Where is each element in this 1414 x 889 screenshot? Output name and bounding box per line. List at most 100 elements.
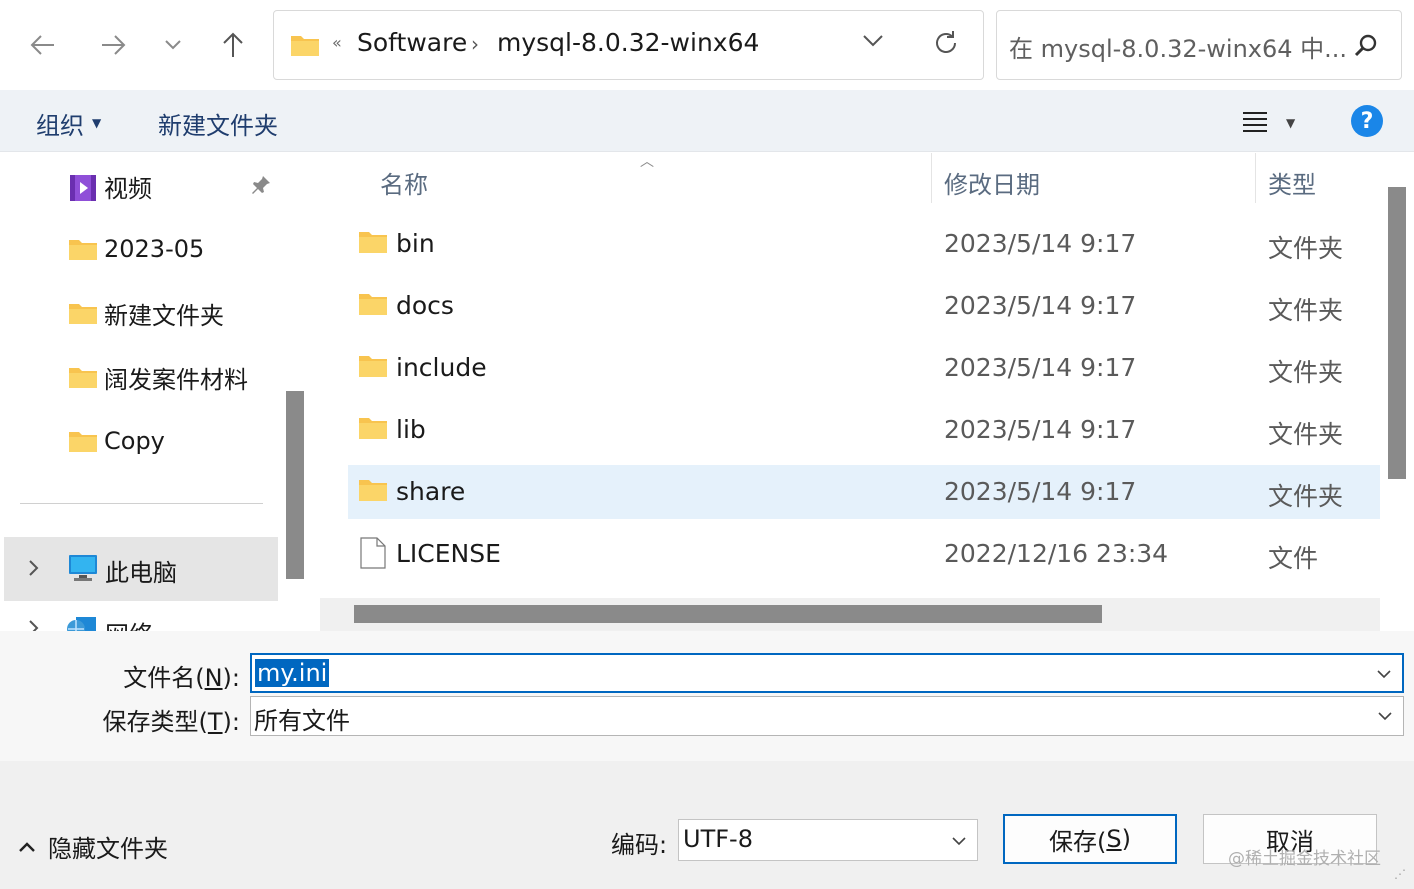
search-box[interactable]: 在 mysql-8.0.32-winx64 中... bbox=[996, 10, 1402, 80]
nav-item-label: Copy bbox=[104, 427, 165, 455]
list-vertical-scrollbar-thumb[interactable] bbox=[1388, 187, 1406, 479]
watermark: @稀土掘金技术社区 bbox=[1228, 849, 1381, 869]
folder-icon bbox=[68, 428, 98, 454]
encoding-value: UTF-8 bbox=[683, 825, 753, 853]
list-horizontal-scrollbar-thumb[interactable] bbox=[354, 605, 1102, 623]
help-button[interactable]: ? bbox=[1351, 105, 1383, 137]
breadcrumb-separator-icon[interactable]: › bbox=[471, 32, 479, 56]
file-row[interactable]: bin 2023/5/14 9:17 文件夹 bbox=[348, 217, 1380, 271]
file-row[interactable]: LICENSE 2022/12/16 23:34 文件 bbox=[348, 527, 1380, 581]
folder-icon bbox=[358, 478, 388, 506]
save-type-value: 所有文件 bbox=[254, 707, 350, 735]
address-row: « Software › mysql-8.0.32-winx64 在 mysql… bbox=[0, 0, 1414, 90]
view-options-button[interactable] bbox=[1242, 110, 1268, 136]
encoding-label: 编码: bbox=[611, 831, 668, 859]
folder-icon bbox=[358, 230, 388, 258]
computer-icon bbox=[68, 553, 98, 587]
breadcrumb-software[interactable]: Software bbox=[357, 28, 467, 57]
navigation-pane: 视频 2023-05 新建文件夹 阔发案件材料 Copy 此电脑 bbox=[0, 153, 310, 631]
folder-icon bbox=[68, 300, 98, 326]
command-bar: 组织 ▼ 新建文件夹 ▼ ? bbox=[0, 90, 1414, 152]
resize-grip-icon[interactable]: ⋰ bbox=[1394, 867, 1406, 881]
dialog-footer: 隐藏文件夹 编码: UTF-8 保存(S) 取消 @稀土掘金技术社区 ⋰ bbox=[0, 761, 1414, 889]
file-row-selected[interactable]: share 2023/5/14 9:17 文件夹 bbox=[348, 465, 1380, 519]
pin-icon[interactable] bbox=[250, 174, 272, 200]
nav-divider bbox=[20, 503, 263, 504]
file-modified: 2023/5/14 9:17 bbox=[944, 291, 1137, 320]
nav-item-copy[interactable]: Copy bbox=[68, 421, 165, 461]
new-folder-button[interactable]: 新建文件夹 bbox=[158, 106, 278, 141]
chevron-down-icon bbox=[165, 40, 181, 50]
breadcrumb-mysql[interactable]: mysql-8.0.32-winx64 bbox=[497, 28, 759, 57]
nav-scrollbar-thumb[interactable] bbox=[286, 391, 304, 579]
folder-icon bbox=[358, 292, 388, 320]
save-type-label: 保存类型(T): bbox=[102, 708, 241, 736]
file-modified: 2023/5/14 9:17 bbox=[944, 477, 1137, 506]
file-type: 文件夹 bbox=[1268, 296, 1344, 325]
address-dropdown[interactable] bbox=[862, 33, 884, 52]
file-row[interactable]: docs 2023/5/14 9:17 文件夹 bbox=[348, 279, 1380, 333]
nav-item-new-folder[interactable]: 新建文件夹 bbox=[68, 293, 224, 333]
file-type: 文件 bbox=[1268, 544, 1319, 573]
folder-icon bbox=[358, 416, 388, 444]
nav-item-videos[interactable]: 视频 bbox=[68, 166, 152, 206]
recent-locations-button[interactable] bbox=[151, 23, 195, 67]
nav-item-network[interactable]: 网络 bbox=[105, 615, 153, 631]
hide-folders-button[interactable]: 隐藏文件夹 bbox=[18, 829, 168, 864]
file-type: 文件夹 bbox=[1268, 358, 1344, 387]
list-view-icon bbox=[1243, 112, 1267, 132]
folder-icon bbox=[290, 33, 320, 61]
file-type: 文件夹 bbox=[1268, 234, 1344, 263]
file-icon bbox=[360, 537, 386, 573]
nav-item-this-pc[interactable]: 此电脑 bbox=[4, 537, 278, 601]
refresh-icon bbox=[936, 31, 956, 53]
save-type-select[interactable]: 所有文件 bbox=[250, 696, 1404, 736]
file-name: lib bbox=[396, 415, 426, 444]
file-modified: 2022/12/16 23:34 bbox=[944, 539, 1169, 568]
organize-caret-icon[interactable]: ▼ bbox=[92, 116, 101, 130]
chevron-down-icon[interactable] bbox=[1376, 665, 1392, 684]
chevron-down-icon[interactable] bbox=[951, 832, 967, 851]
refresh-button[interactable] bbox=[932, 29, 960, 61]
view-caret-icon[interactable]: ▼ bbox=[1286, 116, 1295, 130]
forward-button[interactable] bbox=[91, 23, 135, 67]
nav-item-label: 阔发案件材料 bbox=[104, 365, 248, 394]
nav-item-case-materials[interactable]: 阔发案件材料 bbox=[68, 357, 248, 397]
arrow-right-icon bbox=[102, 35, 126, 55]
file-name-value[interactable]: my.ini bbox=[255, 659, 330, 687]
column-divider[interactable] bbox=[931, 153, 932, 203]
file-name: bin bbox=[396, 229, 435, 258]
file-name-input[interactable]: my.ini bbox=[250, 653, 1404, 693]
file-row[interactable]: lib 2023/5/14 9:17 文件夹 bbox=[348, 403, 1380, 457]
address-bar[interactable]: « Software › mysql-8.0.32-winx64 bbox=[273, 10, 984, 80]
hide-folders-label: 隐藏文件夹 bbox=[48, 835, 168, 863]
file-name: LICENSE bbox=[396, 539, 501, 568]
file-name: include bbox=[396, 353, 487, 382]
chevron-up-icon bbox=[19, 841, 35, 852]
file-name-label: 文件名(N): bbox=[123, 664, 240, 692]
file-row[interactable]: include 2023/5/14 9:17 文件夹 bbox=[348, 341, 1380, 395]
nav-item-2023-05[interactable]: 2023-05 bbox=[68, 229, 204, 269]
expand-chevron-icon[interactable] bbox=[28, 619, 40, 631]
organize-button[interactable]: 组织 bbox=[36, 106, 84, 141]
breadcrumb-overflow[interactable]: « bbox=[332, 33, 342, 52]
back-button[interactable] bbox=[21, 23, 65, 67]
column-divider[interactable] bbox=[1255, 153, 1256, 203]
nav-item-label: 新建文件夹 bbox=[104, 301, 224, 330]
search-icon[interactable] bbox=[1353, 33, 1379, 63]
folder-icon bbox=[68, 364, 98, 390]
up-button[interactable] bbox=[211, 23, 255, 67]
file-modified: 2023/5/14 9:17 bbox=[944, 415, 1137, 444]
save-button[interactable]: 保存(S) bbox=[1003, 814, 1177, 864]
column-header-name[interactable]: 名称 bbox=[380, 165, 428, 200]
search-input[interactable]: 在 mysql-8.0.32-winx64 中... bbox=[1009, 29, 1347, 64]
chevron-down-icon bbox=[863, 35, 883, 47]
column-header-modified[interactable]: 修改日期 bbox=[944, 165, 1040, 200]
column-header-type[interactable]: 类型 bbox=[1268, 165, 1316, 200]
chevron-down-icon[interactable] bbox=[1377, 707, 1393, 726]
file-modified: 2023/5/14 9:17 bbox=[944, 229, 1137, 258]
expand-chevron-icon[interactable] bbox=[28, 559, 40, 581]
encoding-select[interactable]: UTF-8 bbox=[678, 819, 978, 861]
arrow-up-icon bbox=[223, 32, 243, 57]
nav-item-label: 2023-05 bbox=[104, 235, 205, 263]
